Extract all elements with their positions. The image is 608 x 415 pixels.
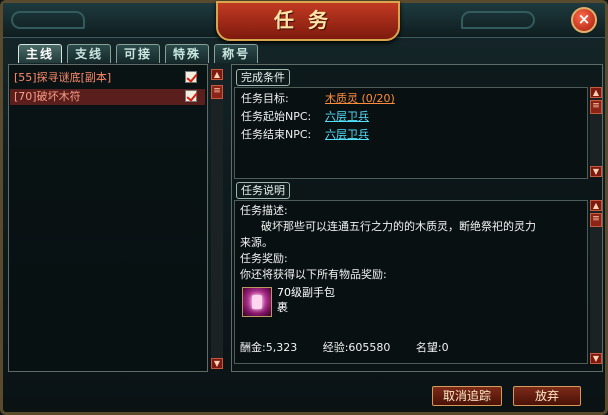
arrow-down-icon: ▼ [592, 354, 600, 363]
description-box: 任务描述: 破坏那些可以连通五行之力的的木质灵，断绝祭祀的灵力 来源。 任务奖励… [234, 200, 588, 364]
fame-reward: 名望:0 [415, 341, 449, 354]
money-reward: 酬金:5,323 [240, 341, 298, 354]
scroll-thumb[interactable]: ≡ [211, 85, 223, 99]
quest-list-item[interactable]: [70]破坏木符 [10, 89, 205, 105]
exp-reward: 经验:605580 [322, 341, 391, 354]
end-npc-label: 任务结束NPC: [241, 128, 312, 141]
close-button[interactable]: × [571, 7, 597, 33]
reward-label: 任务奖励: [240, 252, 288, 265]
cloud-ornament-left-icon [11, 11, 85, 29]
arrow-up-icon: ▲ [592, 201, 600, 210]
arrow-up-icon: ▲ [592, 88, 600, 97]
tab-available[interactable]: 可接 [116, 44, 161, 63]
tab-title[interactable]: 称号 [214, 44, 259, 63]
quest-window: 任务 × 主线 支线 可接 特殊 称号 [55]探寻谜底[副本] [70]破坏木… [0, 0, 608, 415]
quest-list-item-label: [70]破坏木符 [14, 90, 81, 103]
track-checkbox[interactable] [185, 90, 197, 102]
quest-tabs: 主线 支线 可接 特殊 称号 [18, 44, 263, 64]
description-scrollbar[interactable]: ▲ ≡ ▼ [590, 200, 602, 364]
reward-intro: 你还将获得以下所有物品奖励: [240, 268, 387, 281]
tab-special[interactable]: 特殊 [165, 44, 210, 63]
reward-item-name: 70级副手包裹 [277, 286, 335, 314]
scroll-down-button[interactable]: ▼ [590, 166, 602, 177]
reward-summary: 酬金:5,323 经验:605580 名望:0 [240, 339, 471, 355]
quest-list-item-label: [55]探寻谜底[副本] [14, 71, 112, 84]
scroll-down-button[interactable]: ▼ [590, 353, 602, 364]
arrow-down-icon: ▼ [213, 359, 221, 368]
gift-box-icon[interactable] [242, 287, 272, 317]
end-npc-link[interactable]: 六层卫兵 [325, 127, 369, 143]
tab-side[interactable]: 支线 [67, 44, 112, 63]
start-npc-link[interactable]: 六层卫兵 [325, 109, 369, 125]
cancel-track-button[interactable]: 取消追踪 [432, 386, 502, 406]
title-plate: 任务 [216, 1, 400, 41]
scroll-down-button[interactable]: ▼ [211, 358, 223, 369]
quest-list-item[interactable]: [55]探寻谜底[副本] [10, 70, 205, 86]
scroll-up-button[interactable]: ▲ [590, 87, 602, 98]
tab-main[interactable]: 主线 [18, 44, 63, 63]
target-row: 任务目标: 木质灵 (0/20) [241, 91, 395, 107]
completion-scrollbar[interactable]: ▲ ≡ ▼ [590, 87, 602, 177]
scroll-thumb[interactable]: ≡ [590, 100, 602, 114]
completion-header: 完成条件 [236, 69, 290, 86]
quest-list-panel: [55]探寻谜底[副本] [70]破坏木符 [8, 64, 208, 372]
scroll-thumb[interactable]: ≡ [590, 213, 602, 227]
description-header: 任务说明 [236, 182, 290, 199]
target-value: 木质灵 (0/20) [325, 92, 395, 105]
close-icon: × [577, 10, 591, 28]
quest-detail-panel: 完成条件 任务目标: 木质灵 (0/20) 任务起始NPC: 六层卫兵 任务结束… [231, 64, 603, 372]
start-npc-label: 任务起始NPC: [241, 110, 312, 123]
desc-line-2: 来源。 [240, 236, 273, 249]
cloud-ornament-right-icon [461, 11, 535, 29]
abandon-button[interactable]: 放弃 [513, 386, 581, 406]
completion-box: 任务目标: 木质灵 (0/20) 任务起始NPC: 六层卫兵 任务结束NPC: … [234, 87, 588, 179]
target-label: 任务目标: [241, 92, 289, 105]
window-title: 任务 [274, 8, 342, 32]
arrow-down-icon: ▼ [592, 167, 600, 176]
scroll-up-button[interactable]: ▲ [590, 200, 602, 211]
scroll-up-button[interactable]: ▲ [211, 69, 223, 80]
start-npc-row: 任务起始NPC: 六层卫兵 [241, 109, 369, 125]
quest-list-scrollbar[interactable]: ▲ ≡ ▼ [211, 69, 223, 369]
end-npc-row: 任务结束NPC: 六层卫兵 [241, 127, 369, 143]
desc-label: 任务描述: [240, 204, 288, 217]
title-bar: 任务 × [3, 1, 605, 41]
desc-line-1: 破坏那些可以连通五行之力的的木质灵，断绝祭祀的灵力 [261, 220, 536, 233]
track-checkbox[interactable] [185, 71, 197, 83]
arrow-up-icon: ▲ [213, 70, 221, 79]
